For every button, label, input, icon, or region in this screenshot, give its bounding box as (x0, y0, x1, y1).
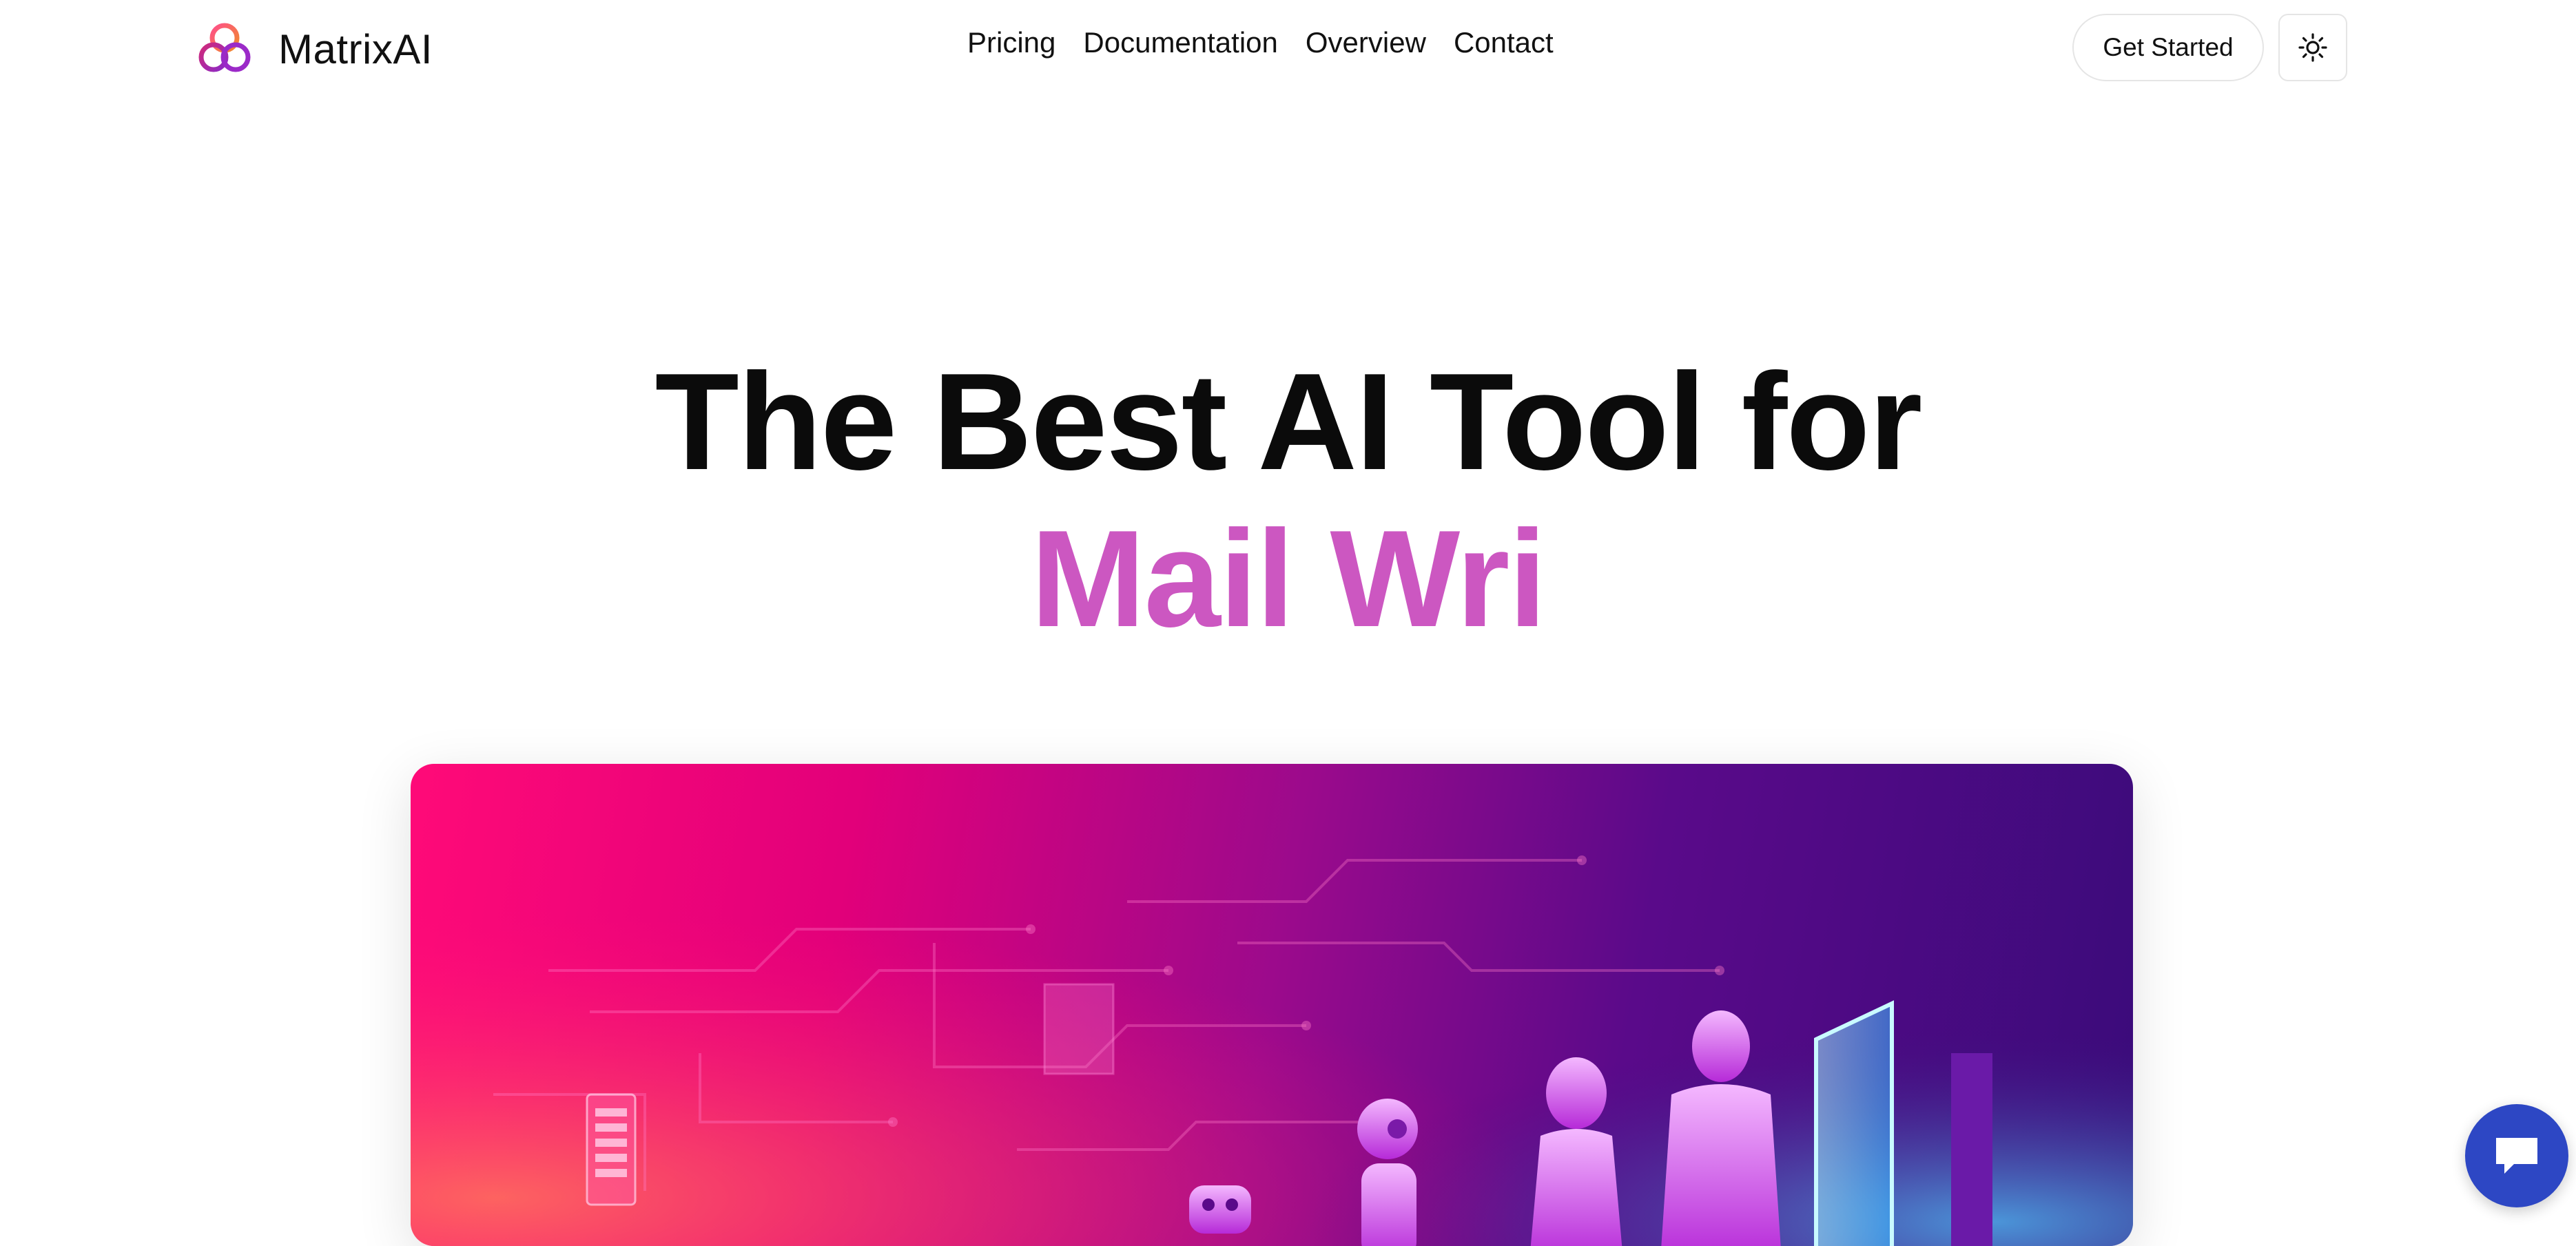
sun-icon (2298, 33, 2327, 62)
nav-item-pricing[interactable]: Pricing (967, 26, 1055, 59)
nav-item-documentation[interactable]: Documentation (1083, 26, 1278, 59)
hero-title: The Best AI Tool for (655, 345, 1923, 499)
nav-item-contact[interactable]: Contact (1454, 26, 1554, 59)
nav-item-overview[interactable]: Overview (1306, 26, 1426, 59)
main-nav: Pricing Documentation Overview Contact (967, 26, 1554, 59)
hero-image (411, 764, 2133, 1246)
ai-evolution-illustration (411, 764, 2133, 1246)
hero-typed-text: Mail Wri (1030, 502, 1547, 656)
get-started-button[interactable]: Get Started (2072, 14, 2264, 81)
brand-name: MatrixAI (278, 25, 433, 72)
site-header: MatrixAI Pricing Documentation Overview … (0, 0, 2576, 98)
logo-icon (198, 23, 251, 72)
robot-figure (1357, 1099, 1418, 1246)
chat-bubble-icon (2496, 1138, 2537, 1174)
theme-toggle-button[interactable] (2278, 14, 2347, 81)
brand[interactable]: MatrixAI (194, 18, 433, 80)
chat-widget-button[interactable] (2465, 1104, 2568, 1207)
small-robot-figure (1189, 1185, 1251, 1234)
